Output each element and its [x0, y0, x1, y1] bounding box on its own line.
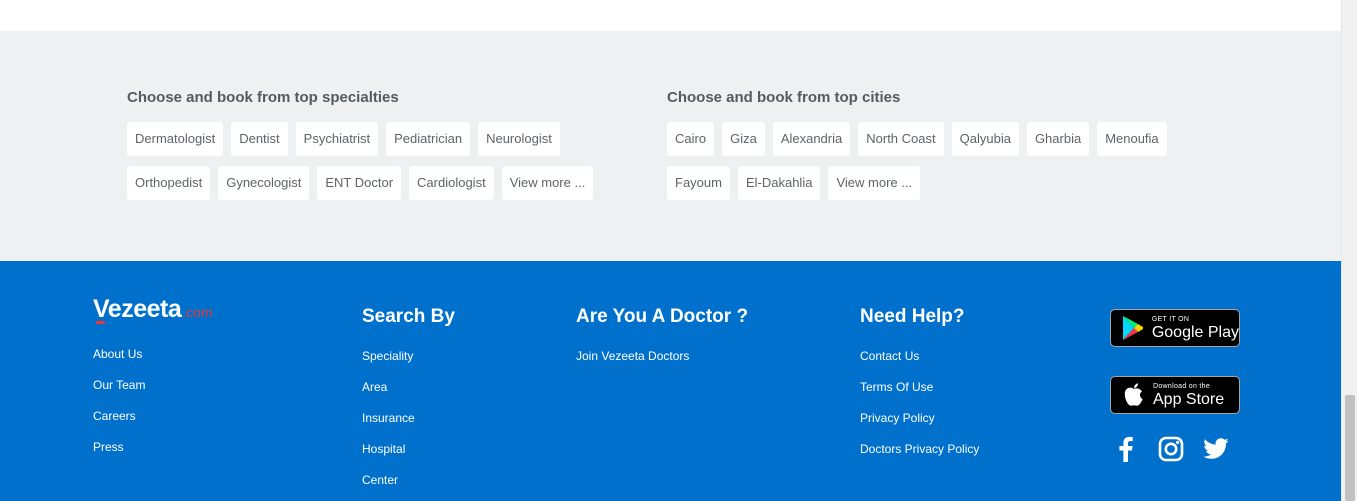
apple-icon — [1121, 382, 1147, 408]
footer-search-by-column: Search By Speciality Area Insurance Hosp… — [362, 306, 455, 501]
app-store-text: Download on the App Store — [1153, 382, 1224, 409]
specialty-chip-dentist[interactable]: Dentist — [231, 122, 288, 156]
footer-link-about-us[interactable]: About Us — [93, 346, 145, 377]
specialties-title: Choose and book from top specialties — [127, 89, 399, 106]
logo-wordmark: Vezeeta — [93, 295, 182, 323]
logo-accent-bar — [96, 321, 105, 324]
footer-about-column: About Us Our Team Careers Press — [93, 346, 145, 470]
footer-link-join-vezeeta-doctors[interactable]: Join Vezeeta Doctors — [576, 348, 748, 379]
cities-title: Choose and book from top cities — [667, 89, 901, 106]
specialties-row-1: Dermatologist Dentist Psychiatrist Pedia… — [127, 122, 627, 156]
footer-link-privacy-policy[interactable]: Privacy Policy — [860, 410, 979, 441]
footer-doctor-column: Are You A Doctor ? Join Vezeeta Doctors — [576, 306, 748, 379]
facebook-icon[interactable] — [1112, 435, 1140, 463]
specialty-chip-orthopedist[interactable]: Orthopedist — [127, 166, 211, 200]
city-chip-giza[interactable]: Giza — [722, 122, 765, 156]
google-play-badge[interactable]: GET IT ON Google Play — [1110, 309, 1240, 347]
footer-link-hospital[interactable]: Hospital — [362, 441, 455, 472]
specialty-chip-gynecologist[interactable]: Gynecologist — [218, 166, 310, 200]
scrollbar-thumb[interactable] — [1345, 395, 1355, 501]
site-footer: Vezeeta.com About Us Our Team Careers Pr… — [0, 261, 1341, 501]
footer-link-terms-of-use[interactable]: Terms Of Use — [860, 379, 979, 410]
footer-link-press[interactable]: Press — [93, 439, 145, 470]
city-chip-north-coast[interactable]: North Coast — [858, 122, 944, 156]
cities-row-1: Cairo Giza Alexandria North Coast Qalyub… — [667, 122, 1207, 156]
vezeeta-logo[interactable]: Vezeeta.com — [93, 295, 213, 325]
specialty-chip-cardiologist[interactable]: Cardiologist — [409, 166, 494, 200]
footer-link-speciality[interactable]: Speciality — [362, 348, 455, 379]
app-store-badge[interactable]: Download on the App Store — [1110, 376, 1240, 414]
top-links-band: Choose and book from top specialties Der… — [0, 31, 1341, 261]
specialty-chip-view-more[interactable]: View more ... — [501, 166, 594, 200]
city-chip-el-dakahlia[interactable]: El-Dakahlia — [737, 166, 821, 200]
app-store-big-text: App Store — [1153, 390, 1225, 408]
need-help-title: Need Help? — [860, 306, 965, 327]
specialty-chip-neurologist[interactable]: Neurologist — [478, 122, 560, 156]
page-scrollbar[interactable] — [1341, 0, 1357, 501]
specialty-chip-pediatrician[interactable]: Pediatrician — [386, 122, 471, 156]
app-store-small-text: Download on the — [1153, 382, 1211, 390]
city-chip-cairo[interactable]: Cairo — [667, 122, 715, 156]
city-chip-view-more[interactable]: View more ... — [828, 166, 921, 200]
page-top-area — [0, 0, 1341, 31]
city-chip-gharbia[interactable]: Gharbia — [1026, 122, 1090, 156]
specialty-chip-ent-doctor[interactable]: ENT Doctor — [317, 166, 402, 200]
specialties-section: Choose and book from top specialties Der… — [127, 88, 627, 210]
footer-help-column: Need Help? Contact Us Terms Of Use Priva… — [860, 306, 979, 472]
are-you-a-doctor-title: Are You A Doctor ? — [576, 306, 749, 327]
footer-link-doctors-privacy-policy[interactable]: Doctors Privacy Policy — [860, 441, 979, 472]
google-play-small-text: GET IT ON — [1151, 315, 1190, 323]
footer-link-contact-us[interactable]: Contact Us — [860, 348, 979, 379]
footer-link-careers[interactable]: Careers — [93, 408, 145, 439]
google-play-icon — [1121, 315, 1146, 341]
twitter-icon[interactable] — [1202, 435, 1230, 463]
specialties-row-2: Orthopedist Gynecologist ENT Doctor Card… — [127, 166, 627, 200]
cities-section: Choose and book from top cities Cairo Gi… — [667, 88, 1207, 210]
footer-link-area[interactable]: Area — [362, 379, 455, 410]
logo-extension: .com — [182, 304, 213, 320]
city-chip-menoufia[interactable]: Menoufia — [1097, 122, 1167, 156]
footer-link-insurance[interactable]: Insurance — [362, 410, 455, 441]
footer-link-center[interactable]: Center — [362, 472, 455, 501]
google-play-big-text: Google Play — [1151, 323, 1239, 341]
cities-row-2: Fayoum El-Dakahlia View more ... — [667, 166, 1207, 200]
specialty-chip-psychiatrist[interactable]: Psychiatrist — [295, 122, 379, 156]
city-chip-alexandria[interactable]: Alexandria — [772, 122, 851, 156]
city-chip-fayoum[interactable]: Fayoum — [667, 166, 730, 200]
city-chip-qalyubia[interactable]: Qalyubia — [951, 122, 1019, 156]
instagram-icon[interactable] — [1157, 435, 1185, 463]
footer-link-our-team[interactable]: Our Team — [93, 377, 145, 408]
search-by-title: Search By — [362, 306, 455, 327]
specialty-chip-dermatologist[interactable]: Dermatologist — [127, 122, 224, 156]
google-play-text: GET IT ON Google Play — [1152, 315, 1239, 342]
